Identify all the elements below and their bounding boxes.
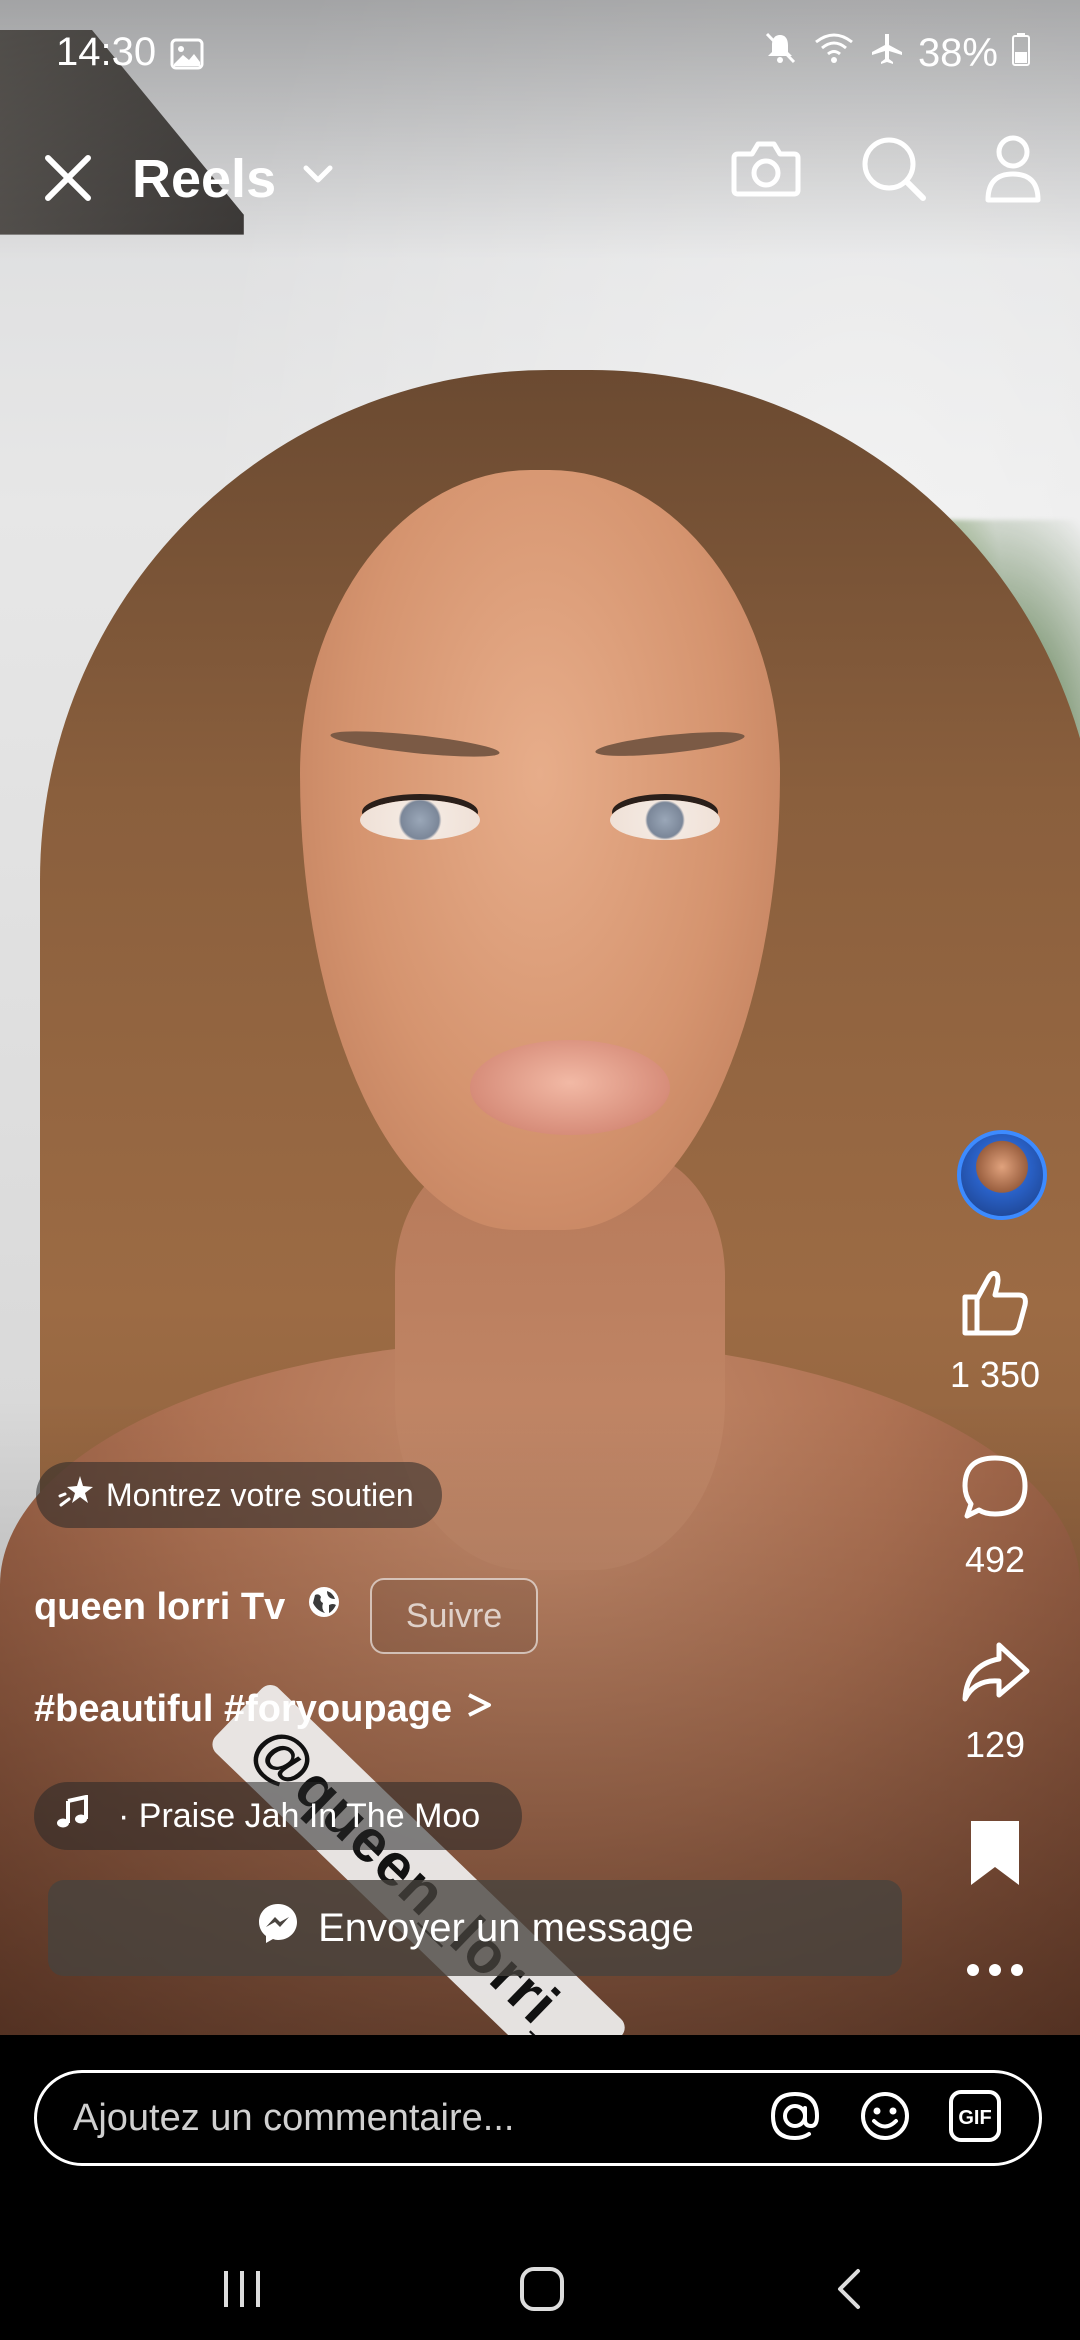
post-caption[interactable]: #beautiful #foryoupage <box>34 1688 499 1731</box>
video-eye-right <box>610 800 720 840</box>
chevron-right-icon[interactable] <box>463 1688 499 1730</box>
battery-icon <box>1012 31 1030 76</box>
comment-action[interactable]: 492 <box>910 1450 1080 1581</box>
sparkle-star-icon <box>58 1472 96 1518</box>
messenger-icon <box>256 1901 300 1955</box>
profile-icon[interactable] <box>980 130 1046 211</box>
gallery-notification-icon <box>170 38 204 75</box>
comment-count: 492 <box>964 1539 1026 1580</box>
status-time: 14:30 <box>56 30 157 74</box>
caption-text: #beautiful #foryoupage <box>34 1688 453 1730</box>
wifi-icon <box>812 30 856 76</box>
more-options[interactable] <box>910 1960 1080 1985</box>
send-message-label: Envoyer un message <box>318 1905 694 1950</box>
reels-screen: 14:30 38% Reels 1 350 492 129 Montrez vo… <box>0 0 1080 2340</box>
music-chip[interactable]: · Praise Jah In The Moo <box>34 1782 522 1850</box>
share-action[interactable]: 129 <box>910 1635 1080 1766</box>
support-label: Montrez votre soutien <box>106 1476 414 1513</box>
chevron-down-icon[interactable] <box>300 160 336 193</box>
author-avatar[interactable] <box>957 1130 1047 1220</box>
reels-top-nav: Reels <box>0 130 1080 230</box>
follow-button[interactable]: Suivre <box>370 1578 538 1654</box>
close-icon[interactable] <box>38 148 98 213</box>
video-eye-left <box>360 800 480 840</box>
author-row: queen lorri Tv <box>34 1585 341 1629</box>
video-lips <box>470 1040 670 1135</box>
emoji-icon[interactable] <box>857 2088 913 2149</box>
bookmark-icon[interactable] <box>965 1821 1025 1895</box>
comment-tools: GIF <box>767 2088 1003 2149</box>
battery-percent: 38% <box>917 30 998 75</box>
mention-icon[interactable] <box>767 2088 823 2149</box>
comment-input[interactable]: Ajoutez un commentaire... GIF <box>34 2070 1042 2166</box>
comment-icon[interactable] <box>957 1455 1033 1530</box>
like-action[interactable]: 1 350 <box>910 1265 1080 1396</box>
back-icon[interactable] <box>826 2265 874 2318</box>
share-count: 129 <box>964 1724 1026 1765</box>
more-icon[interactable] <box>965 1964 1025 1984</box>
airplane-mode-icon <box>870 31 904 76</box>
camera-icon[interactable] <box>728 130 804 211</box>
support-chip[interactable]: Montrez votre soutien <box>36 1462 442 1528</box>
recent-apps-icon[interactable] <box>218 2265 266 2318</box>
music-track-name: · Praise Jah In The Moo <box>118 1796 481 1835</box>
status-bar: 14:30 38% <box>0 0 1080 110</box>
send-message-button[interactable]: Envoyer un message <box>48 1880 902 1976</box>
page-title[interactable]: Reels <box>132 148 276 210</box>
system-nav-bar <box>0 2235 1080 2340</box>
globe-icon <box>307 1585 341 1629</box>
home-icon[interactable] <box>518 2265 566 2318</box>
gif-icon[interactable]: GIF <box>947 2088 1003 2149</box>
share-icon[interactable] <box>957 1642 1033 1715</box>
like-count: 1 350 <box>949 1354 1041 1395</box>
save-action[interactable] <box>910 1815 1080 1896</box>
author-name[interactable]: queen lorri Tv <box>34 1586 285 1629</box>
music-note-icon <box>56 1794 90 1838</box>
comment-bar: Ajoutez un commentaire... GIF <box>0 2035 1080 2235</box>
like-icon[interactable] <box>957 1270 1033 1345</box>
svg-text:GIF: GIF <box>958 2107 991 2129</box>
status-right-group: 38% <box>762 30 1030 76</box>
mute-icon <box>762 30 798 76</box>
search-icon[interactable] <box>855 130 931 211</box>
comment-placeholder[interactable]: Ajoutez un commentaire... <box>73 2097 767 2140</box>
